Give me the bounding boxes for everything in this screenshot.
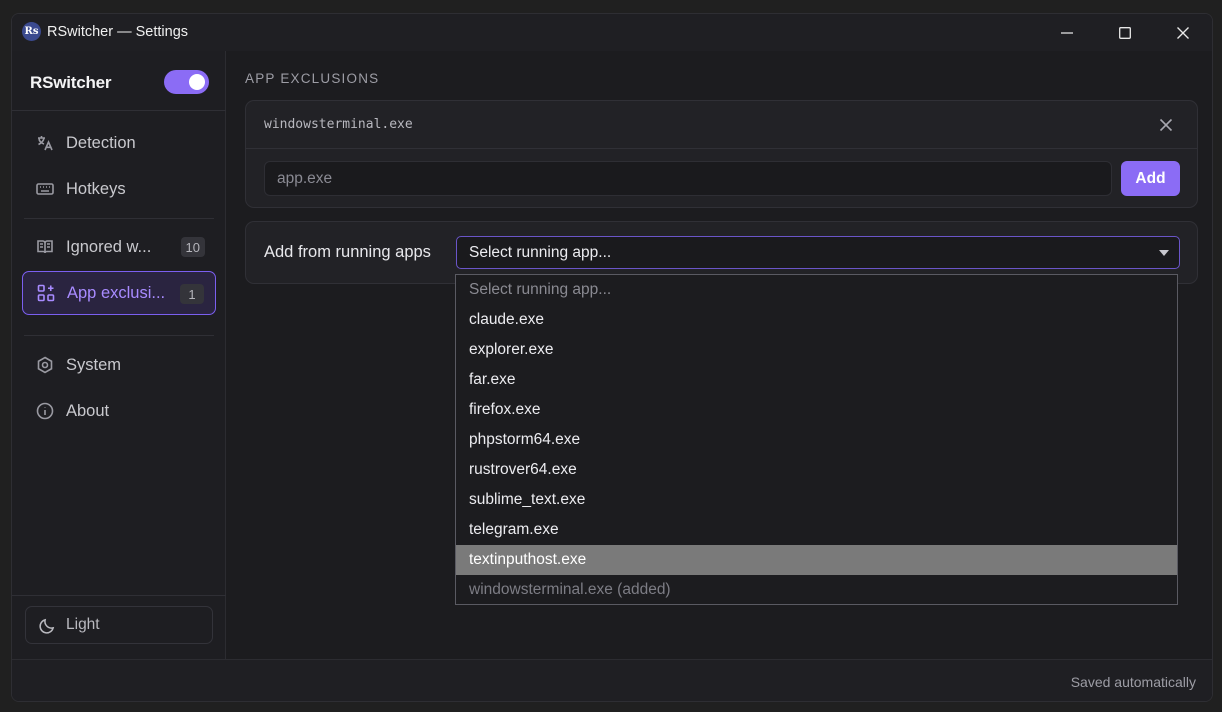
apps-add-icon (37, 284, 55, 302)
dropdown-option[interactable]: telegram.exe (456, 515, 1177, 545)
count-badge: 1 (180, 284, 204, 304)
sidebar: RSwitcher Detection Hotkeys Ignored w...… (12, 51, 226, 659)
exclusion-item: windowsterminal.exe (246, 101, 1197, 149)
running-apps-label: Add from running apps (264, 243, 431, 261)
exclusion-name: windowsterminal.exe (264, 117, 413, 132)
sidebar-item-hotkeys[interactable]: Hotkeys (22, 167, 216, 211)
book-icon (36, 238, 54, 256)
sidebar-item-label: Hotkeys (66, 179, 126, 198)
dropdown-option[interactable]: Select running app... (456, 275, 1177, 305)
sidebar-divider (12, 110, 226, 111)
dropdown-option[interactable]: explorer.exe (456, 335, 1177, 365)
minimize-button[interactable] (1038, 14, 1096, 51)
sidebar-item-label: Detection (66, 133, 136, 152)
toggle-knob (189, 74, 205, 90)
dropdown-option[interactable]: claude.exe (456, 305, 1177, 335)
dropdown-option[interactable]: firefox.exe (456, 395, 1177, 425)
sidebar-item-app-exclusions[interactable]: App exclusi... 1 (22, 271, 216, 315)
moon-icon (39, 618, 55, 634)
enable-toggle[interactable] (164, 70, 209, 94)
sidebar-item-label: App exclusi... (67, 283, 166, 302)
remove-exclusion-button[interactable] (1157, 116, 1175, 134)
status-bar: Saved automatically (12, 659, 1212, 701)
info-icon (36, 402, 54, 420)
app-logo-icon: Rs (22, 22, 41, 41)
sidebar-item-ignored-words[interactable]: Ignored w... 10 (22, 225, 216, 269)
maximize-button[interactable] (1096, 14, 1154, 51)
maximize-icon (1119, 26, 1131, 39)
brand-title: RSwitcher (30, 73, 112, 92)
minimize-icon (1061, 31, 1073, 34)
add-button[interactable]: Add (1121, 161, 1180, 196)
dropdown-option[interactable]: phpstorm64.exe (456, 425, 1177, 455)
running-app-dropdown: Select running app... claude.exe explore… (455, 274, 1178, 605)
close-icon (1159, 118, 1173, 132)
sidebar-item-detection[interactable]: Detection (22, 121, 216, 165)
running-app-select[interactable]: Select running app... (456, 236, 1180, 269)
sidebar-divider (24, 218, 214, 219)
window-title: RSwitcher — Settings (47, 24, 189, 40)
theme-toggle-button[interactable]: Light (25, 606, 213, 644)
sidebar-divider (12, 595, 226, 596)
dropdown-option[interactable]: sublime_text.exe (456, 485, 1177, 515)
hexagon-gear-icon (36, 356, 54, 374)
exclusions-card: windowsterminal.exe Add (245, 100, 1198, 208)
sidebar-item-label: Ignored w... (66, 237, 152, 256)
translate-icon (36, 134, 54, 152)
count-badge: 10 (180, 237, 205, 257)
dropdown-option[interactable]: rustrover64.exe (456, 455, 1177, 485)
dropdown-option-highlighted[interactable]: textinputhost.exe (456, 545, 1177, 575)
dropdown-option[interactable]: far.exe (456, 365, 1177, 395)
sidebar-item-label: About (66, 401, 110, 420)
section-title: APP EXCLUSIONS (245, 71, 380, 86)
save-status: Saved automatically (1070, 674, 1196, 690)
keyboard-icon (36, 180, 54, 198)
sidebar-item-system[interactable]: System (22, 343, 216, 387)
dropdown-option-disabled: windowsterminal.exe (added) (469, 581, 671, 598)
select-value: Select running app... (469, 243, 612, 261)
app-name-input[interactable] (264, 161, 1112, 196)
sidebar-divider (24, 335, 214, 336)
sidebar-item-about[interactable]: About (22, 389, 216, 433)
close-window-button[interactable] (1154, 14, 1212, 51)
sidebar-item-label: System (66, 355, 122, 374)
title-bar[interactable]: Rs RSwitcher — Settings (12, 14, 1212, 51)
theme-button-label: Light (66, 616, 100, 633)
chevron-down-icon (1159, 250, 1169, 256)
close-icon (1177, 26, 1189, 39)
